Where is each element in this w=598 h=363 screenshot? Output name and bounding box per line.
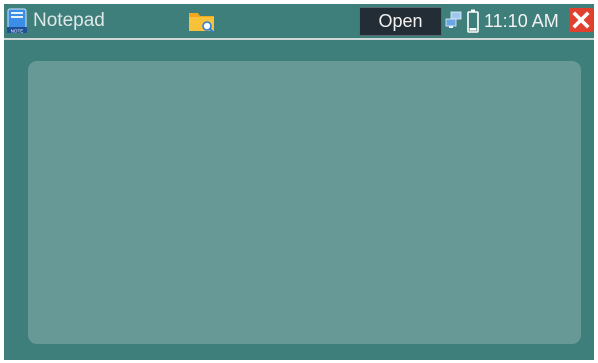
title-bar: NOTE Notepad Open 11:10 AM <box>4 4 594 40</box>
notepad-window: NOTE Notepad Open 11:10 AM <box>4 4 594 360</box>
notepad-icon: NOTE <box>7 8 27 33</box>
close-icon[interactable] <box>569 8 593 32</box>
network-icon <box>445 11 462 28</box>
folder-search-button[interactable] <box>187 8 217 34</box>
battery-icon <box>467 9 479 33</box>
notepad-text-area[interactable] <box>28 61 581 344</box>
status-clock: 11:10 AM <box>484 11 559 31</box>
notepad-icon-caption: NOTE <box>11 28 24 33</box>
app-title: Notepad <box>33 10 105 31</box>
open-button[interactable]: Open <box>359 7 442 36</box>
folder-search-icon <box>189 13 214 33</box>
